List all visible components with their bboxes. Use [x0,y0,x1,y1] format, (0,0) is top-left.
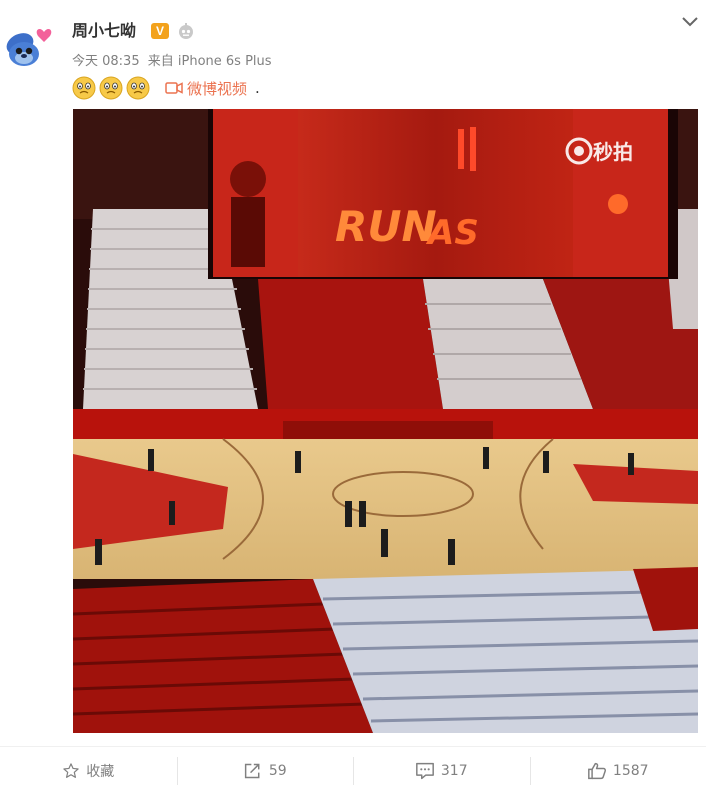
post-time[interactable]: 今天 08:35 [72,54,140,69]
repost-count: 59 [268,763,287,779]
like-count: 1587 [612,763,649,779]
video-link-label: 微博视频 [187,79,248,98]
avatar[interactable] [4,18,58,72]
emoji-icon [126,76,150,100]
post-meta: 今天 08:35 来自 iPhone 6s Plus [72,53,276,71]
chevron-down-icon[interactable] [680,14,700,28]
arena-video-frame: RUN AS [73,109,698,733]
video-link[interactable]: 微博视频 [165,78,247,99]
emoji-icon [72,76,96,100]
username[interactable]: 周小七呦 [72,20,136,42]
like-button[interactable]: 1587 [529,747,706,795]
post-source: 来自 iPhone 6s Plus [147,54,272,69]
trailing-text: . [255,79,260,97]
repost-button[interactable]: 59 [176,747,354,795]
robot-icon [177,22,195,40]
stitch-avatar-icon [4,18,58,72]
video-icon [165,82,183,94]
emoji-icon [99,76,123,100]
thumbs-up-icon [588,762,606,780]
repost-icon [244,763,260,779]
post-text: 微博视频 . [72,74,260,102]
svg-text:AS: AS [425,213,479,253]
comment-count: 317 [440,763,468,779]
camera-icon [565,137,593,164]
video-watermark: 秒拍 [565,136,633,165]
favorite-button[interactable]: 收藏 [0,747,177,795]
star-icon [63,763,79,778]
svg-text:RUN: RUN [335,202,437,251]
comment-icon [415,762,434,780]
comment-button[interactable]: 317 [353,747,530,795]
watermark-text: 秒拍 [593,140,633,164]
verified-badge-icon: V [151,23,169,39]
favorite-label: 收藏 [86,764,115,780]
action-bar: 收藏 59 317 1587 [0,747,706,795]
video-player[interactable]: RUN AS [73,109,698,733]
